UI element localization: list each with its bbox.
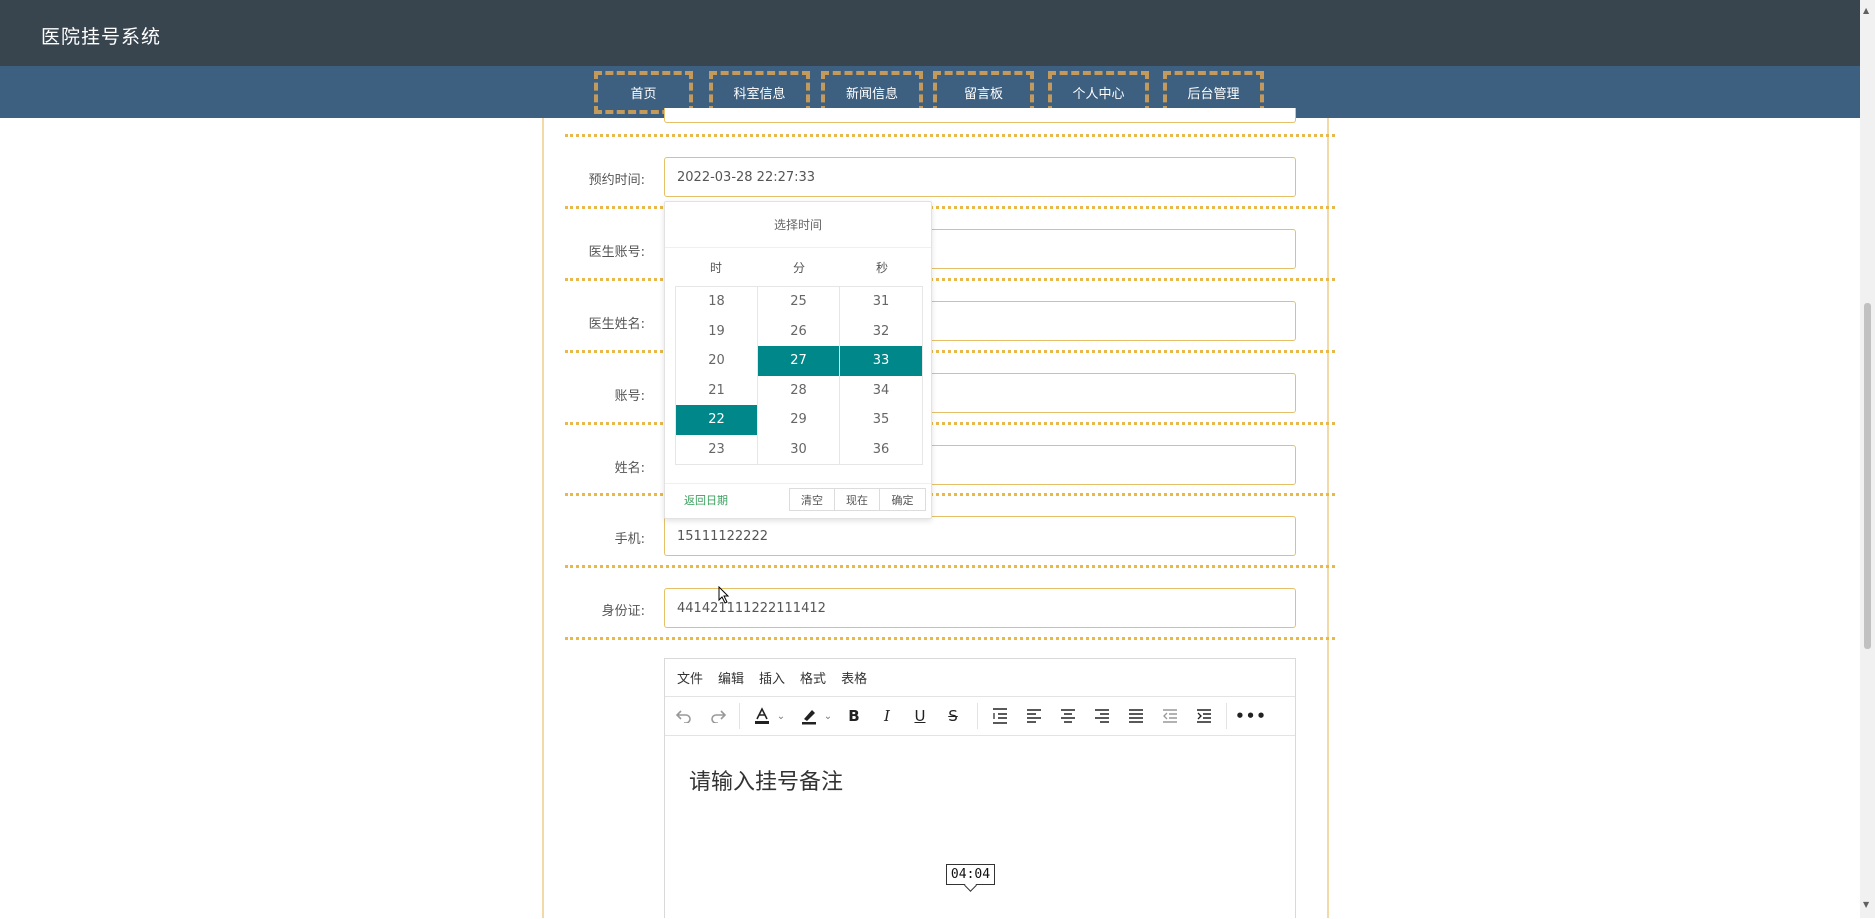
- line-height-icon[interactable]: [988, 705, 1012, 727]
- id-card-input[interactable]: 441421111222111412: [664, 588, 1296, 628]
- time-picker-title: 选择时间: [665, 202, 931, 248]
- scroll-thumb[interactable]: [1864, 303, 1871, 649]
- second-option[interactable]: 31: [840, 287, 922, 317]
- previous-field-edge[interactable]: [664, 108, 1296, 123]
- appointment-time-input[interactable]: 2022-03-28 22:27:33: [664, 157, 1296, 197]
- editor-toolbar: ⌄ ⌄ B I U S •••: [665, 697, 1295, 736]
- align-justify-icon[interactable]: [1124, 705, 1148, 727]
- align-right-icon[interactable]: [1090, 705, 1114, 727]
- editor-placeholder: 请输入挂号备注: [689, 770, 844, 795]
- appointment-time-label: 预约时间:: [588, 173, 645, 188]
- minute-option-selected[interactable]: 27: [758, 346, 839, 376]
- strikethrough-icon[interactable]: S: [942, 705, 964, 727]
- toolbar-separator: [739, 703, 740, 729]
- menu-edit[interactable]: 编辑: [718, 668, 744, 687]
- second-column[interactable]: 31 32 33 34 35 36: [840, 287, 922, 464]
- phone-label: 手机:: [614, 532, 645, 547]
- name-label: 姓名:: [614, 461, 645, 476]
- phone-input[interactable]: 15111122222: [664, 516, 1296, 556]
- hour-option-selected[interactable]: 22: [676, 405, 757, 435]
- more-options-icon[interactable]: •••: [1235, 705, 1266, 727]
- undo-icon[interactable]: [673, 705, 695, 727]
- row-divider: [565, 565, 1335, 568]
- second-option[interactable]: 32: [840, 317, 922, 347]
- hour-column-header: 时: [709, 261, 722, 275]
- underline-icon[interactable]: U: [909, 705, 931, 727]
- timestamp-badge: 04:04: [946, 864, 995, 885]
- time-picker-popup: 选择时间 时 分 秒 18 19 20 21 22 23 25 26 27 28…: [664, 201, 932, 519]
- second-option[interactable]: 35: [840, 405, 922, 435]
- redo-icon[interactable]: [707, 705, 729, 727]
- toolbar-separator: [1226, 703, 1227, 729]
- indent-icon[interactable]: [1192, 705, 1216, 727]
- second-option-selected[interactable]: 33: [840, 346, 922, 376]
- back-to-date-link[interactable]: 返回日期: [684, 492, 728, 508]
- confirm-button[interactable]: 确定: [880, 489, 925, 510]
- id-card-label: 身份证:: [601, 604, 645, 619]
- clear-button[interactable]: 清空: [790, 489, 835, 510]
- menu-insert[interactable]: 插入: [759, 668, 785, 687]
- second-option[interactable]: 36: [840, 435, 922, 465]
- editor-menubar: 文件 编辑 插入 格式 表格: [665, 659, 1295, 697]
- scroll-up-arrow-icon[interactable]: ▲: [1863, 6, 1869, 15]
- now-button[interactable]: 现在: [835, 489, 880, 510]
- outdent-icon[interactable]: [1158, 705, 1182, 727]
- highlight-color-icon[interactable]: [798, 705, 820, 727]
- hour-option[interactable]: 23: [676, 435, 757, 465]
- menu-format[interactable]: 格式: [800, 668, 826, 687]
- hour-option[interactable]: 20: [676, 346, 757, 376]
- time-columns: 18 19 20 21 22 23 25 26 27 28 29 30 31 3…: [675, 286, 923, 465]
- second-option[interactable]: 34: [840, 376, 922, 406]
- second-column-header: 秒: [875, 261, 888, 275]
- minute-option[interactable]: 26: [758, 317, 839, 347]
- bold-icon[interactable]: B: [843, 705, 865, 727]
- doctor-name-label: 医生姓名:: [588, 317, 645, 332]
- minute-option[interactable]: 30: [758, 435, 839, 465]
- italic-icon[interactable]: I: [876, 705, 898, 727]
- minute-column-header: 分: [792, 261, 805, 275]
- minute-option[interactable]: 25: [758, 287, 839, 317]
- top-header: 医院挂号系统: [0, 0, 1860, 66]
- row-divider: [565, 134, 1335, 137]
- menu-table[interactable]: 表格: [841, 668, 867, 687]
- editor-content-area[interactable]: 请输入挂号备注: [665, 736, 1295, 919]
- time-picker-footer: 返回日期 清空 现在 确定: [665, 483, 931, 520]
- hour-option[interactable]: 21: [676, 376, 757, 406]
- hour-option[interactable]: 19: [676, 317, 757, 347]
- toolbar-separator: [977, 703, 978, 729]
- align-left-icon[interactable]: [1022, 705, 1046, 727]
- menu-file[interactable]: 文件: [677, 668, 703, 687]
- text-color-chevron-down-icon[interactable]: ⌄: [775, 705, 787, 727]
- account-label: 账号:: [614, 389, 645, 404]
- hour-column[interactable]: 18 19 20 21 22 23: [676, 287, 758, 464]
- text-color-icon[interactable]: [751, 705, 773, 727]
- page-scrollbar[interactable]: ▲ ▼: [1860, 0, 1875, 918]
- align-center-icon[interactable]: [1056, 705, 1080, 727]
- scroll-down-arrow-icon[interactable]: ▼: [1863, 900, 1869, 909]
- hour-option[interactable]: 18: [676, 287, 757, 317]
- site-title: 医院挂号系统: [41, 26, 162, 48]
- minute-option[interactable]: 28: [758, 376, 839, 406]
- minute-column[interactable]: 25 26 27 28 29 30: [758, 287, 840, 464]
- minute-option[interactable]: 29: [758, 405, 839, 435]
- time-picker-buttons: 清空 现在 确定: [789, 488, 926, 511]
- row-divider: [565, 637, 1335, 640]
- doctor-account-label: 医生账号:: [588, 245, 645, 260]
- highlight-chevron-down-icon[interactable]: ⌄: [822, 705, 834, 727]
